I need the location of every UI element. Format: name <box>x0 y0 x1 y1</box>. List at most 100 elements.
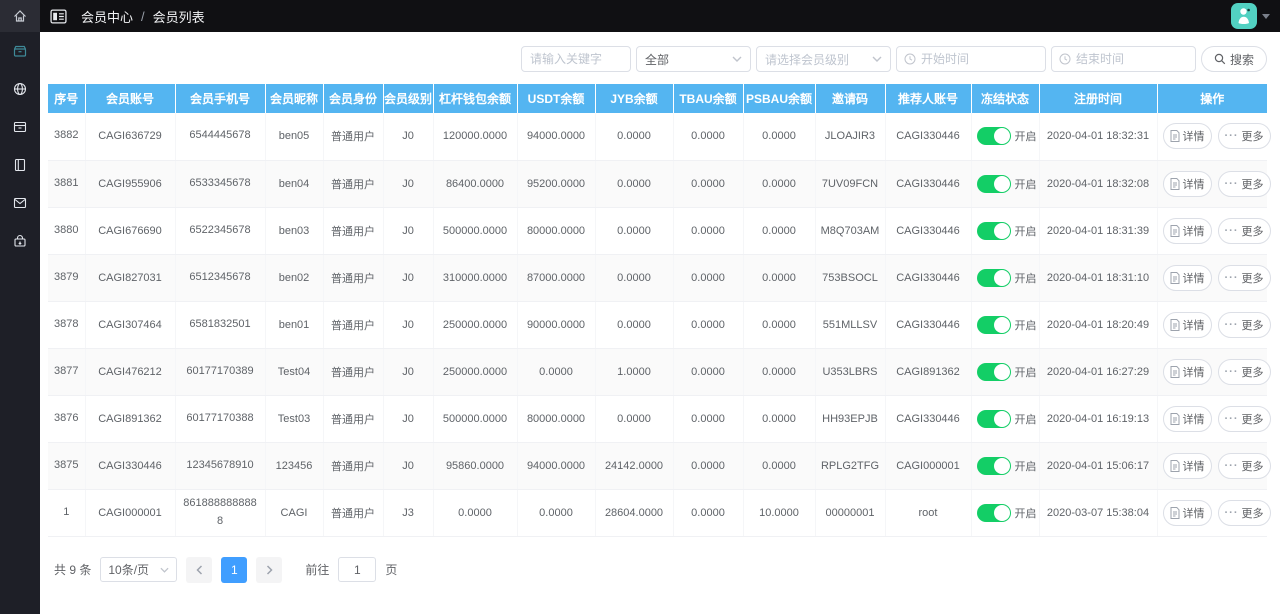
freeze-toggle-on[interactable] <box>976 362 1011 381</box>
cell-wallet: 120000.0000 <box>433 113 518 161</box>
cell-jyb: 0.0000 <box>595 395 674 443</box>
cell-actions: 详情 ··· 更多 <box>1157 442 1271 490</box>
detail-button[interactable]: 详情 <box>1162 264 1212 291</box>
detail-button[interactable]: 详情 <box>1162 452 1212 479</box>
sidebar-item-package[interactable] <box>0 222 40 260</box>
end-time-input[interactable] <box>1050 46 1196 72</box>
search-icon <box>1214 53 1226 65</box>
breadcrumb-section[interactable]: 会员中心 <box>81 7 133 26</box>
sidebar-item-member[interactable] <box>0 32 40 70</box>
more-button[interactable]: ··· 更多 <box>1217 311 1271 338</box>
cell-phone: 60177170388 <box>175 395 266 443</box>
cell-no: 3875 <box>48 442 86 490</box>
more-button-label: 更多 <box>1241 507 1264 520</box>
cell-nickname: ben02 <box>265 254 324 302</box>
next-page-button[interactable] <box>256 556 283 583</box>
detail-button[interactable]: 详情 <box>1162 311 1212 338</box>
detail-button[interactable]: 详情 <box>1162 499 1212 526</box>
prev-page-button[interactable] <box>186 556 213 583</box>
cell-level: J0 <box>383 442 434 490</box>
sidebar-item-notebook[interactable] <box>0 146 40 184</box>
cell-actions: 详情 ··· 更多 <box>1157 254 1271 302</box>
collapse-sidebar-button[interactable] <box>50 8 67 24</box>
freeze-status-label: 开启 <box>1014 460 1037 473</box>
chevron-down-icon <box>872 56 882 62</box>
cell-registered: 2020-04-01 16:27:29 <box>1039 348 1158 396</box>
cell-phone: 6581832501 <box>175 301 266 349</box>
freeze-status-label: 开启 <box>1014 366 1037 379</box>
ellipsis-icon: ··· <box>1224 318 1239 331</box>
page-button-1[interactable]: 1 <box>221 556 248 583</box>
ellipsis-icon: ··· <box>1224 224 1239 237</box>
col-no: 序号 <box>48 84 86 113</box>
freeze-toggle-on[interactable] <box>976 456 1011 475</box>
cell-usdt: 94000.0000 <box>517 113 596 161</box>
cell-psbau: 10.0000 <box>743 489 816 537</box>
goto-label: 前往 <box>305 563 330 577</box>
freeze-status-label: 开启 <box>1014 319 1037 332</box>
cell-level: J0 <box>383 160 434 208</box>
detail-button[interactable]: 详情 <box>1162 358 1212 385</box>
cell-registered: 2020-03-07 15:38:04 <box>1039 489 1158 537</box>
cell-level: J0 <box>383 301 434 349</box>
cell-level: J0 <box>383 348 434 396</box>
sidebar-item-globe[interactable] <box>0 70 40 108</box>
freeze-toggle-on[interactable] <box>976 409 1011 428</box>
user-menu[interactable] <box>1231 3 1270 29</box>
table-row: 3881 CAGI955906 6533345678 ben04 普通用户 J0 86400… <box>48 160 1271 208</box>
freeze-toggle-on[interactable] <box>976 503 1011 522</box>
goto-unit-label: 页 <box>385 563 398 577</box>
more-button[interactable]: ··· 更多 <box>1217 405 1271 432</box>
detail-button[interactable]: 详情 <box>1162 405 1212 432</box>
more-button[interactable]: ··· 更多 <box>1217 358 1271 385</box>
freeze-toggle-on[interactable] <box>976 221 1011 240</box>
level-select[interactable]: 请选择会员级别 <box>755 46 891 72</box>
more-button[interactable]: ··· 更多 <box>1217 123 1271 150</box>
keyword-input[interactable] <box>520 46 631 72</box>
cell-referrer: CAGI330446 <box>885 160 972 208</box>
detail-button[interactable]: 详情 <box>1162 170 1212 197</box>
cell-wallet: 500000.0000 <box>433 207 518 255</box>
cell-psbau: 0.0000 <box>743 395 816 443</box>
cell-nickname: CAGI <box>265 489 324 537</box>
freeze-toggle-on[interactable] <box>976 268 1011 287</box>
end-time-field <box>1050 46 1196 72</box>
sidebar-item-mail[interactable] <box>0 184 40 222</box>
cell-psbau: 0.0000 <box>743 301 816 349</box>
cell-tbau: 0.0000 <box>673 113 744 161</box>
cell-account: CAGI891362 <box>85 395 176 443</box>
cell-wallet: 250000.0000 <box>433 301 518 349</box>
more-button[interactable]: ··· 更多 <box>1217 499 1271 526</box>
table-row: 1 CAGI000001 8618888888888 CAGI 普通用户 J3 0.0000… <box>48 489 1271 537</box>
detail-button[interactable]: 详情 <box>1162 123 1212 150</box>
cell-jyb: 0.0000 <box>595 301 674 349</box>
page-size-value: 10条/页 <box>108 563 150 577</box>
detail-button-label: 详情 <box>1182 272 1205 285</box>
breadcrumb-separator: / <box>141 8 145 24</box>
detail-button[interactable]: 详情 <box>1162 217 1212 244</box>
freeze-toggle-on[interactable] <box>976 127 1011 146</box>
detail-button-label: 详情 <box>1182 225 1205 238</box>
more-button[interactable]: ··· 更多 <box>1217 452 1271 479</box>
cell-level: J0 <box>383 207 434 255</box>
scope-select[interactable]: 全部 <box>635 46 751 72</box>
sidebar-home[interactable] <box>0 0 40 32</box>
more-button[interactable]: ··· 更多 <box>1217 170 1271 197</box>
more-button-label: 更多 <box>1241 366 1264 379</box>
pagination: 共 9 条 10条/页 1 前往 页 <box>54 556 1280 583</box>
start-time-input[interactable] <box>895 46 1046 72</box>
sidebar-item-archive[interactable] <box>0 108 40 146</box>
search-button[interactable]: 搜索 <box>1200 46 1267 72</box>
freeze-status-label: 开启 <box>1014 507 1037 520</box>
more-button[interactable]: ··· 更多 <box>1217 264 1271 291</box>
freeze-toggle-on[interactable] <box>976 174 1011 193</box>
cell-invite: 753BSOCL <box>815 254 886 302</box>
goto-page-input[interactable] <box>338 557 377 582</box>
document-icon <box>1170 130 1179 143</box>
col-actions: 操作 <box>1157 84 1267 113</box>
cell-identity: 普通用户 <box>323 395 384 443</box>
more-button[interactable]: ··· 更多 <box>1217 217 1271 244</box>
freeze-toggle-on[interactable] <box>976 315 1011 334</box>
col-tbau: TBAU余额 <box>673 84 744 113</box>
page-size-select[interactable]: 10条/页 <box>100 557 178 582</box>
